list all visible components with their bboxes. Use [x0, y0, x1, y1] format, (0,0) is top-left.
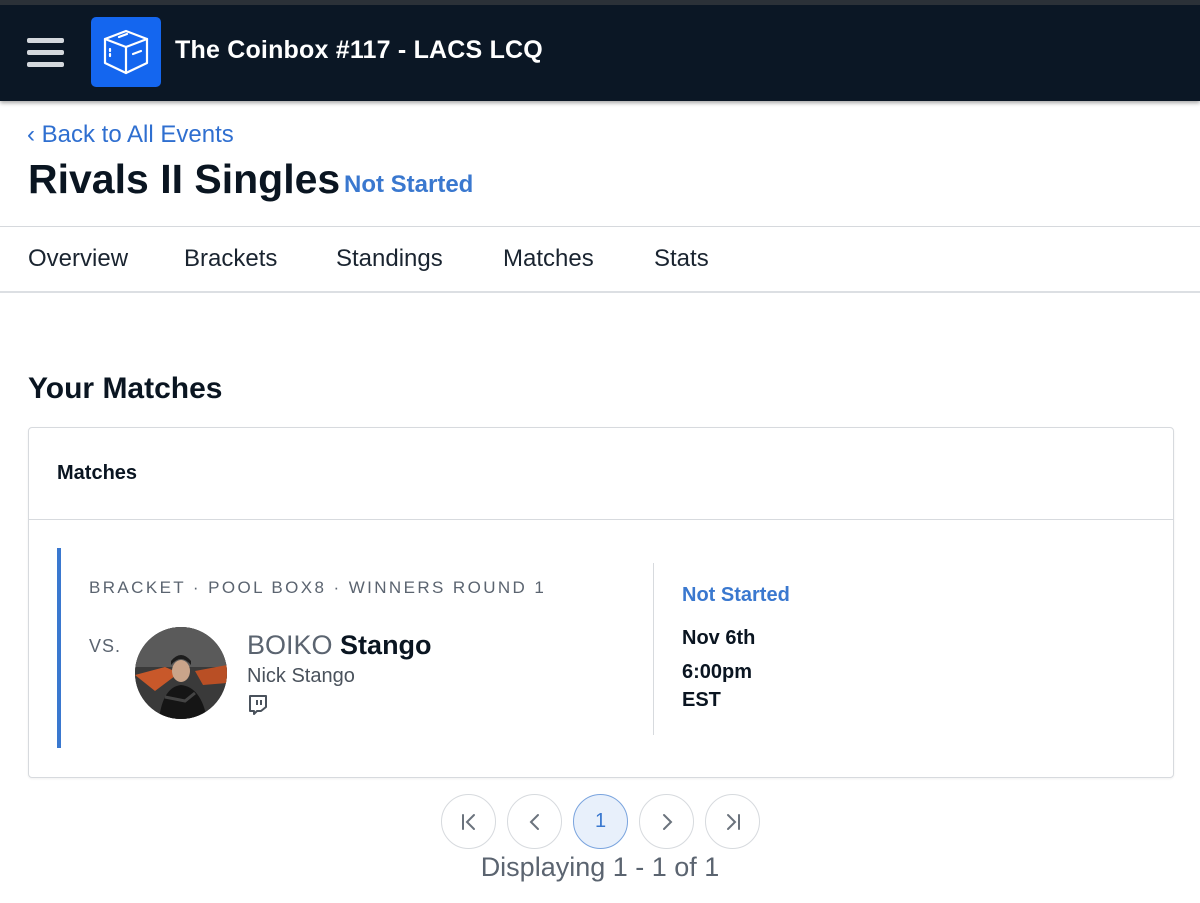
- vs-label: VS.: [89, 636, 122, 656]
- back-to-events-link[interactable]: ‹ Back to All Events: [27, 121, 234, 149]
- match-date: Nov 6th: [682, 627, 756, 649]
- tab-stats[interactable]: Stats: [654, 245, 709, 273]
- matches-card: Matches Bracket · Pool BOX8 · Winners Ro…: [28, 427, 1174, 778]
- tab-brackets[interactable]: Brackets: [184, 245, 277, 273]
- chevron-left-icon: [529, 813, 539, 830]
- opponent-name[interactable]: BOIKO Stango: [247, 630, 432, 661]
- first-page-button[interactable]: [441, 794, 496, 849]
- opponent-prefix: BOIKO: [247, 630, 333, 660]
- event-tabs: Overview Brackets Standings Matches Stat…: [0, 227, 1200, 293]
- app-title: The Coinbox #117 - LACS LCQ: [175, 36, 543, 64]
- last-page-button[interactable]: [705, 794, 760, 849]
- first-page-icon: [461, 813, 475, 830]
- tab-overview[interactable]: Overview: [28, 245, 128, 273]
- match-bracket-path: Bracket · Pool BOX8 · Winners Round 1: [89, 578, 547, 597]
- last-page-icon: [726, 813, 740, 830]
- tab-matches[interactable]: Matches: [503, 245, 594, 273]
- event-status-badge: Not Started: [344, 171, 474, 198]
- card-header-label: Matches: [57, 462, 138, 484]
- opponent-tag: Stango: [340, 630, 432, 660]
- avatar[interactable]: [135, 627, 227, 719]
- match-timezone: EST: [682, 689, 721, 711]
- tab-standings[interactable]: Standings: [336, 245, 443, 273]
- divider: [653, 563, 654, 735]
- page-1-button[interactable]: 1: [573, 794, 628, 849]
- top-bar: The Coinbox #117 - LACS LCQ: [0, 0, 1200, 101]
- chevron-right-icon: [662, 813, 672, 830]
- match-time: 6:00pm: [682, 661, 753, 683]
- pagination-info: Displaying 1 - 1 of 1: [480, 852, 720, 882]
- section-title: Your Matches: [28, 372, 223, 405]
- match-status: Not Started: [682, 584, 790, 606]
- match-item[interactable]: Bracket · Pool BOX8 · Winners Round 1 VS…: [57, 548, 657, 748]
- prev-page-button[interactable]: [507, 794, 562, 849]
- twitch-icon[interactable]: [247, 694, 269, 716]
- event-title: Rivals II Singles: [28, 156, 341, 202]
- coinbox-logo-icon[interactable]: [91, 17, 161, 87]
- hamburger-menu-icon[interactable]: [27, 38, 64, 68]
- card-header: Matches: [29, 428, 1173, 520]
- opponent-real-name: Nick Stango: [247, 665, 355, 687]
- next-page-button[interactable]: [639, 794, 694, 849]
